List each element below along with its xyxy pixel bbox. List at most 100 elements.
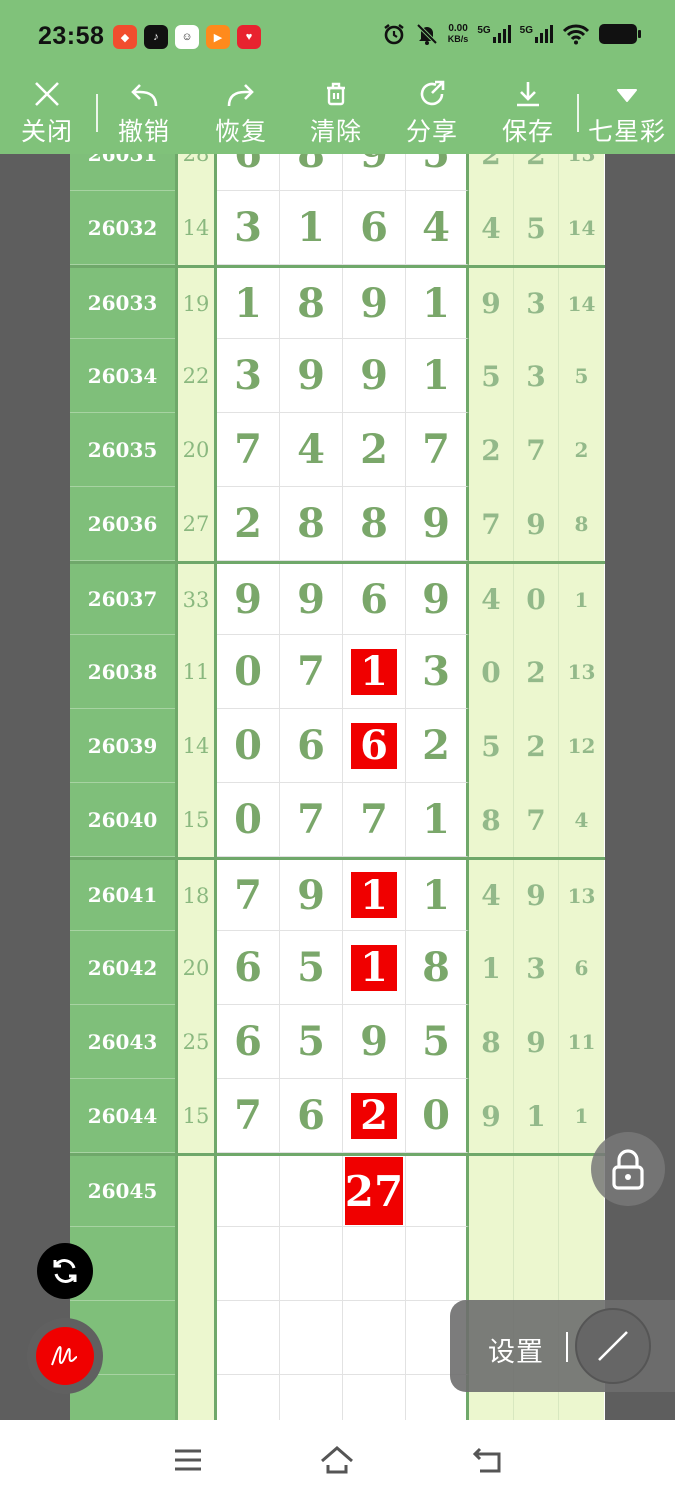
- digit-cell[interactable]: 8: [406, 931, 469, 1005]
- sum-cell: 27: [175, 487, 217, 561]
- digit-cell[interactable]: [343, 1375, 406, 1420]
- table-row: 26034 22 3 9 9 1 5 3 5: [70, 339, 605, 413]
- digit-cell[interactable]: 6: [217, 154, 280, 191]
- digit-cell[interactable]: [280, 1156, 343, 1227]
- digit-cell[interactable]: 9: [217, 564, 280, 635]
- digit-cell[interactable]: 2: [406, 709, 469, 783]
- digit-cell[interactable]: [280, 1375, 343, 1420]
- share-button[interactable]: 分享: [401, 72, 463, 154]
- digit-cell[interactable]: 6: [217, 1005, 280, 1079]
- digit-cell[interactable]: 8: [280, 487, 343, 561]
- digit-cell[interactable]: [406, 1156, 469, 1227]
- digit-cell[interactable]: [280, 1301, 343, 1375]
- digit-cell[interactable]: [406, 1227, 469, 1301]
- share-icon: [420, 80, 445, 106]
- digit-cell[interactable]: 0: [217, 709, 280, 783]
- stat-cell: 1: [559, 1079, 604, 1153]
- digit-cell[interactable]: 1: [406, 783, 469, 857]
- settings-button[interactable]: 设置: [488, 1330, 544, 1369]
- digit-cell[interactable]: 5: [280, 931, 343, 1005]
- digit-cell[interactable]: 9: [406, 564, 469, 635]
- digit-cell[interactable]: 1: [343, 931, 406, 1005]
- digit-cell[interactable]: 3: [217, 191, 280, 265]
- digit-cell[interactable]: [217, 1227, 280, 1301]
- digit-cell[interactable]: 7: [217, 1079, 280, 1153]
- digit-cell[interactable]: 9: [343, 268, 406, 339]
- digit-cell[interactable]: 1: [406, 268, 469, 339]
- trend-chart[interactable]: 2603128689522132603214316445142603319189…: [70, 154, 605, 1420]
- digit-cell[interactable]: 5: [280, 1005, 343, 1079]
- digit-cell[interactable]: 9: [406, 487, 469, 561]
- digit-cell[interactable]: 9: [343, 154, 406, 191]
- digit-cell[interactable]: 6: [343, 191, 406, 265]
- issue-number-cell: 26037: [70, 564, 175, 635]
- digit-cell[interactable]: 8: [280, 268, 343, 339]
- digit-cell[interactable]: 1: [406, 339, 469, 413]
- digit-cell[interactable]: 9: [280, 860, 343, 931]
- digit-cell[interactable]: 4: [280, 413, 343, 487]
- digit-cell[interactable]: 1: [406, 860, 469, 931]
- digit-cell[interactable]: 5: [406, 1005, 469, 1079]
- refresh-button[interactable]: [37, 1243, 93, 1299]
- digit-cell[interactable]: [217, 1156, 280, 1227]
- line-tool-button[interactable]: [575, 1308, 651, 1384]
- digit-cell[interactable]: 1: [217, 268, 280, 339]
- table-row: 26037 33 9 9 6 9 4 0 1: [70, 561, 605, 635]
- digit-cell[interactable]: [280, 1227, 343, 1301]
- redo-button[interactable]: 恢复: [210, 72, 272, 154]
- digit-cell[interactable]: 0: [217, 635, 280, 709]
- digit-cell[interactable]: 0: [217, 783, 280, 857]
- digit-cell[interactable]: 8: [280, 154, 343, 191]
- digit-cell[interactable]: 3: [217, 339, 280, 413]
- digit-cell[interactable]: 9: [280, 339, 343, 413]
- home-nav-button[interactable]: [317, 1442, 357, 1478]
- digit-cell[interactable]: 1: [343, 635, 406, 709]
- video-app-icon: ▶: [206, 25, 230, 49]
- close-icon: [35, 82, 59, 106]
- digit-cell[interactable]: 8: [343, 487, 406, 561]
- digit-cell[interactable]: 9: [343, 339, 406, 413]
- digit-cell[interactable]: 7: [280, 635, 343, 709]
- digit-cell[interactable]: 6: [343, 564, 406, 635]
- digit-cell[interactable]: 6: [280, 1079, 343, 1153]
- pen-button[interactable]: [27, 1318, 103, 1394]
- digit-cell[interactable]: 9: [343, 1005, 406, 1079]
- digit-cell[interactable]: 9: [280, 564, 343, 635]
- digit-cell[interactable]: 5: [406, 154, 469, 191]
- sim1-label: 5G: [477, 25, 491, 36]
- digit-cell[interactable]: [217, 1375, 280, 1420]
- digit-cell[interactable]: 7: [343, 783, 406, 857]
- digit-cell[interactable]: [343, 1301, 406, 1375]
- digit-cell[interactable]: 27: [343, 1156, 406, 1227]
- stat-cell: 2: [514, 154, 559, 191]
- digit-cell[interactable]: 6: [343, 709, 406, 783]
- digit-cell[interactable]: 0: [406, 1079, 469, 1153]
- close-button[interactable]: 关闭: [16, 72, 78, 154]
- digit-cell[interactable]: 4: [406, 191, 469, 265]
- digit-cell[interactable]: 2: [343, 413, 406, 487]
- digit-cell[interactable]: 6: [217, 931, 280, 1005]
- lock-button[interactable]: [591, 1132, 665, 1206]
- undo-button[interactable]: 撤销: [113, 72, 175, 154]
- clear-button[interactable]: 清除: [305, 72, 367, 154]
- battery-icon: [599, 24, 641, 44]
- digit-cell[interactable]: [343, 1227, 406, 1301]
- digit-cell[interactable]: 7: [217, 860, 280, 931]
- digit-cell[interactable]: 2: [217, 487, 280, 561]
- digit-cell[interactable]: 1: [280, 191, 343, 265]
- digit-cell[interactable]: 7: [217, 413, 280, 487]
- digit-cell[interactable]: 1: [343, 860, 406, 931]
- back-nav-button[interactable]: [468, 1442, 508, 1478]
- digit-cell[interactable]: 7: [280, 783, 343, 857]
- stat-cell: 6: [559, 931, 604, 1005]
- digit-cell[interactable]: [217, 1301, 280, 1375]
- digit-cell[interactable]: 6: [280, 709, 343, 783]
- lottery-type-dropdown[interactable]: 七星彩: [586, 72, 668, 154]
- save-button[interactable]: 保存: [497, 72, 559, 154]
- menu-nav-button[interactable]: [168, 1442, 208, 1478]
- toolbar-divider: [96, 94, 98, 132]
- digit-cell[interactable]: 3: [406, 635, 469, 709]
- digit-cell[interactable]: 7: [406, 413, 469, 487]
- issue-number-cell: 26045: [70, 1156, 175, 1227]
- digit-cell[interactable]: 2: [343, 1079, 406, 1153]
